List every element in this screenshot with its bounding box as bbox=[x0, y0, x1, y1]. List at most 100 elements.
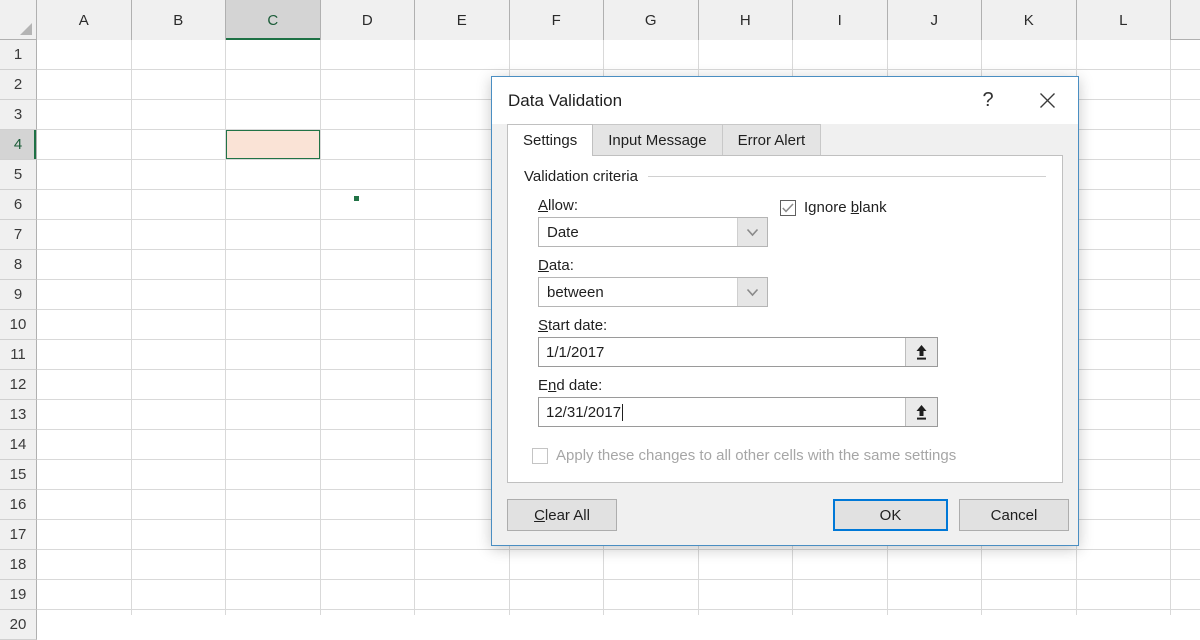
column-header-D[interactable]: D bbox=[321, 0, 416, 40]
end-date-value-wrap: 12/31/2017 bbox=[539, 398, 905, 426]
column-header-E[interactable]: E bbox=[415, 0, 510, 40]
range-selector-up-arrow-icon[interactable] bbox=[905, 338, 937, 366]
validation-criteria-label: Validation criteria bbox=[524, 168, 638, 185]
ignore-blank-text-post: lank bbox=[859, 199, 887, 216]
allow-label-accel: A bbox=[538, 197, 548, 214]
row-header-3[interactable]: 3 bbox=[0, 100, 37, 130]
start-date-field-group: Start date: 1/1/2017 bbox=[538, 317, 1062, 367]
row-header-16[interactable]: 16 bbox=[0, 490, 37, 520]
row-header-label: 7 bbox=[14, 226, 22, 243]
ignore-blank-text-pre: Ignore bbox=[804, 199, 851, 216]
column-header-J[interactable]: J bbox=[888, 0, 983, 40]
gridline-vertical bbox=[131, 40, 132, 615]
data-label-accel: D bbox=[538, 257, 549, 274]
row-header-label: 16 bbox=[10, 496, 27, 513]
validation-criteria-group-header: Validation criteria bbox=[524, 168, 1046, 185]
column-header-label: B bbox=[173, 12, 183, 29]
cancel-label: Cancel bbox=[991, 507, 1038, 524]
dialog-tab-strip[interactable]: Settings Input Message Error Alert bbox=[492, 124, 1078, 155]
gridline-vertical bbox=[225, 40, 226, 615]
data-field-group: Data: between bbox=[538, 257, 1062, 307]
column-header-F[interactable]: F bbox=[510, 0, 605, 40]
column-header-H[interactable]: H bbox=[699, 0, 794, 40]
active-cell-C4[interactable] bbox=[225, 129, 321, 160]
end-date-label-pre: E bbox=[538, 377, 548, 394]
tab-input-message[interactable]: Input Message bbox=[592, 124, 722, 155]
ok-button[interactable]: OK bbox=[833, 499, 948, 531]
start-date-value: 1/1/2017 bbox=[539, 338, 905, 366]
start-date-input[interactable]: 1/1/2017 bbox=[538, 337, 938, 367]
help-icon[interactable]: ? bbox=[970, 77, 1006, 124]
column-header-A[interactable]: A bbox=[37, 0, 132, 40]
row-header-19[interactable]: 19 bbox=[0, 580, 37, 610]
row-header-2[interactable]: 2 bbox=[0, 70, 37, 100]
row-header-4[interactable]: 4 bbox=[0, 130, 37, 160]
row-header-5[interactable]: 5 bbox=[0, 160, 37, 190]
apply-all-label: Apply these changes to all other cells w… bbox=[556, 447, 956, 464]
data-dropdown-value: between bbox=[539, 278, 737, 306]
column-header-C[interactable]: C bbox=[226, 0, 321, 40]
row-header-column: 1234567891011121314151617181920 bbox=[0, 40, 37, 615]
tab-settings[interactable]: Settings bbox=[507, 124, 593, 155]
fill-handle[interactable] bbox=[353, 195, 360, 202]
ok-label: OK bbox=[880, 507, 902, 524]
range-selector-up-arrow-icon[interactable] bbox=[905, 398, 937, 426]
gridline-horizontal bbox=[37, 579, 1200, 580]
row-header-label: 11 bbox=[10, 346, 26, 363]
chevron-down-icon[interactable] bbox=[737, 218, 767, 246]
cancel-button[interactable]: Cancel bbox=[959, 499, 1069, 531]
end-date-field-group: End date: 12/31/2017 bbox=[538, 377, 1062, 427]
row-header-6[interactable]: 6 bbox=[0, 190, 37, 220]
row-header-14[interactable]: 14 bbox=[0, 430, 37, 460]
column-header-label: C bbox=[267, 12, 278, 29]
ignore-blank-checkbox-row[interactable]: Ignore blank bbox=[780, 199, 887, 216]
row-header-18[interactable]: 18 bbox=[0, 550, 37, 580]
row-header-13[interactable]: 13 bbox=[0, 400, 37, 430]
ignore-blank-checkbox[interactable] bbox=[780, 200, 796, 216]
gridline-vertical bbox=[414, 40, 415, 615]
dialog-title: Data Validation bbox=[508, 91, 622, 111]
allow-dropdown[interactable]: Date bbox=[538, 217, 768, 247]
row-header-12[interactable]: 12 bbox=[0, 370, 37, 400]
dialog-title-bar: Data Validation ? bbox=[492, 77, 1078, 124]
row-header-9[interactable]: 9 bbox=[0, 280, 37, 310]
column-header-label: F bbox=[552, 12, 561, 29]
end-date-input[interactable]: 12/31/2017 bbox=[538, 397, 938, 427]
ignore-blank-accel: b bbox=[851, 199, 859, 216]
row-header-label: 14 bbox=[10, 436, 27, 453]
clear-all-label: Clear All bbox=[534, 507, 590, 524]
column-header-B[interactable]: B bbox=[132, 0, 227, 40]
row-header-11[interactable]: 11 bbox=[0, 340, 37, 370]
column-header-label: A bbox=[79, 12, 89, 29]
select-all-triangle-icon bbox=[20, 23, 32, 35]
column-header-K[interactable]: K bbox=[982, 0, 1077, 40]
column-header-label: D bbox=[362, 12, 373, 29]
row-header-7[interactable]: 7 bbox=[0, 220, 37, 250]
row-header-1[interactable]: 1 bbox=[0, 40, 37, 70]
row-header-label: 2 bbox=[14, 76, 22, 93]
row-header-label: 3 bbox=[14, 106, 22, 123]
row-header-15[interactable]: 15 bbox=[0, 460, 37, 490]
column-header-label: G bbox=[645, 12, 657, 29]
tab-error-alert[interactable]: Error Alert bbox=[722, 124, 822, 155]
chevron-down-icon[interactable] bbox=[737, 278, 767, 306]
row-header-10[interactable]: 10 bbox=[0, 310, 37, 340]
column-header-L[interactable]: L bbox=[1077, 0, 1172, 40]
column-header-G[interactable]: G bbox=[604, 0, 699, 40]
tab-input-message-label: Input Message bbox=[608, 132, 706, 149]
data-validation-dialog[interactable]: Data Validation ? Settings Input Message… bbox=[491, 76, 1079, 546]
row-header-8[interactable]: 8 bbox=[0, 250, 37, 280]
select-all-corner-button[interactable] bbox=[0, 0, 37, 40]
column-header-I[interactable]: I bbox=[793, 0, 888, 40]
row-header-17[interactable]: 17 bbox=[0, 520, 37, 550]
row-header-label: 12 bbox=[10, 376, 27, 393]
column-header-label: J bbox=[931, 12, 939, 29]
row-header-label: 10 bbox=[10, 316, 27, 333]
allow-dropdown-value: Date bbox=[539, 218, 737, 246]
data-dropdown[interactable]: between bbox=[538, 277, 768, 307]
dialog-button-bar: Clear All OK Cancel bbox=[492, 483, 1078, 545]
close-icon[interactable] bbox=[1024, 77, 1070, 124]
clear-all-button[interactable]: Clear All bbox=[507, 499, 617, 531]
data-label-text: ata: bbox=[549, 257, 574, 274]
help-question-mark: ? bbox=[982, 89, 993, 112]
